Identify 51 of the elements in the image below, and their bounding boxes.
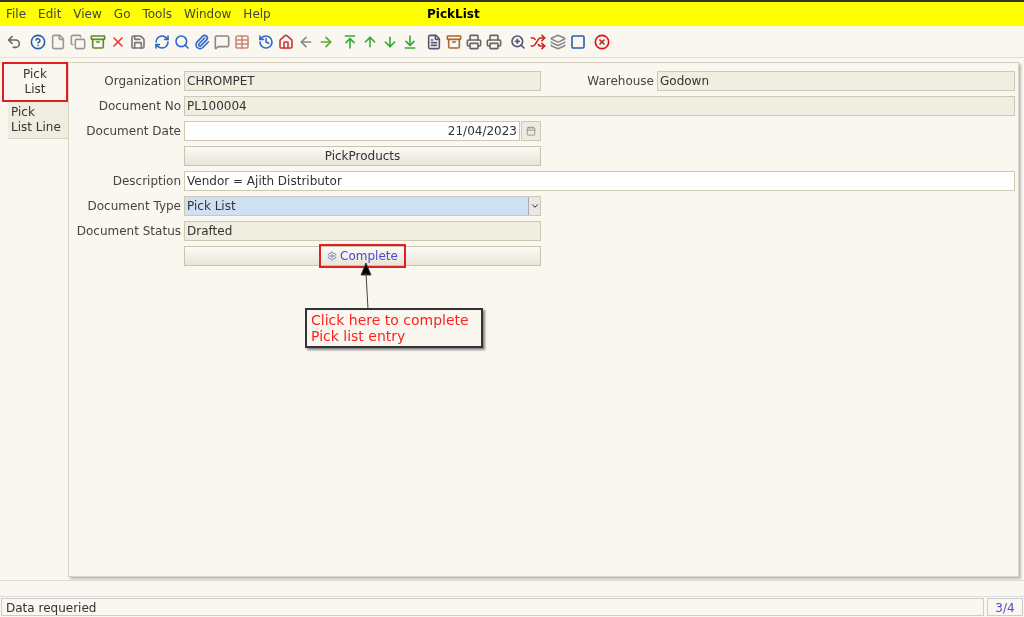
first-record-icon[interactable] [342, 33, 358, 50]
field-label: Warehouse [586, 73, 654, 90]
menu-item[interactable]: Window [184, 5, 232, 23]
refresh-icon[interactable] [154, 33, 170, 50]
print-preview-icon[interactable] [466, 33, 482, 50]
calendar-icon [526, 126, 536, 136]
undo-icon[interactable] [6, 33, 22, 50]
field-label: Document Date [85, 123, 181, 140]
field-label: Organization [103, 73, 181, 90]
search-icon[interactable] [174, 33, 190, 50]
readonly-field[interactable]: Drafted [184, 221, 541, 241]
grid-icon[interactable] [234, 33, 250, 50]
callout-note: Click here to complete Pick list entry [305, 308, 483, 348]
menu-item[interactable]: View [73, 5, 102, 23]
attachment-icon[interactable] [194, 33, 210, 50]
copy-icon[interactable] [70, 33, 86, 50]
readonly-field[interactable]: CHROMPET [184, 71, 541, 91]
menu-item[interactable]: Tools [142, 5, 173, 23]
menu-item[interactable]: Go [113, 5, 131, 23]
field-label: Document Type [86, 198, 181, 215]
report-icon[interactable] [426, 33, 442, 50]
side-tab[interactable]: Pick List [2, 62, 68, 102]
chat-icon[interactable] [214, 33, 230, 50]
archive-icon[interactable] [446, 33, 462, 50]
menu-item[interactable]: Edit [38, 5, 62, 23]
dropdown-field[interactable]: Pick List [184, 196, 541, 216]
date-field[interactable]: 21/04/2023 [184, 121, 520, 141]
process-button[interactable]: PickProducts [184, 146, 541, 166]
history-icon[interactable] [258, 33, 274, 50]
last-record-icon[interactable] [402, 33, 418, 50]
window-title: PickList [427, 6, 480, 23]
menu-item[interactable]: File [6, 5, 27, 23]
new-document-icon[interactable] [50, 33, 66, 50]
pointer-arrow [359, 263, 373, 309]
close-icon[interactable] [594, 33, 610, 50]
status-message: Data requeried [1, 598, 984, 616]
process-button[interactable]: Complete [184, 246, 541, 266]
menu-item[interactable]: Help [243, 5, 271, 23]
input-field[interactable]: Vendor = Ajith Distributor [184, 171, 1015, 191]
field-label: Document No [97, 98, 181, 115]
home-icon[interactable] [278, 33, 294, 50]
field-label: Document Status [75, 223, 181, 240]
field-label: Description [111, 173, 181, 190]
print-icon[interactable] [486, 33, 502, 50]
record-counter: 3/4 [987, 598, 1023, 616]
side-tab[interactable]: Pick List Line [8, 102, 68, 139]
readonly-field[interactable]: Godown [657, 71, 1015, 91]
save-icon[interactable] [130, 33, 146, 50]
readonly-field[interactable]: PL100004 [184, 96, 1015, 116]
zoom-icon[interactable] [510, 33, 526, 50]
help-icon[interactable] [30, 33, 46, 50]
